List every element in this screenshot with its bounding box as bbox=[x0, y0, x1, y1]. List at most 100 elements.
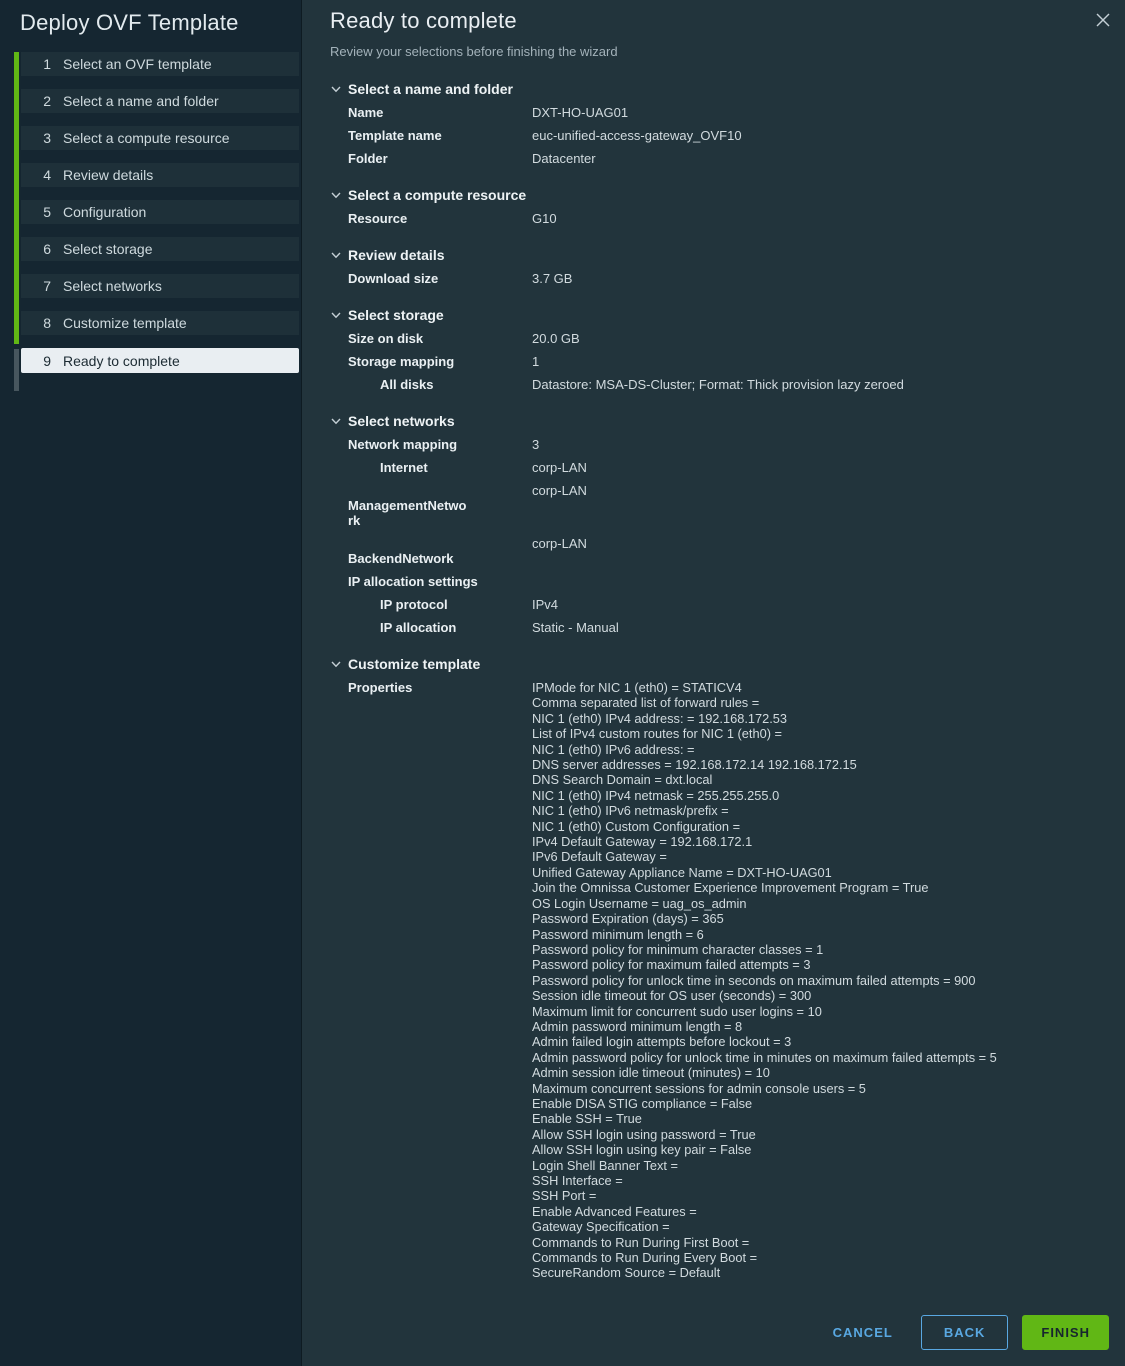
sidebar-step-2[interactable]: 2 Select a name and folder bbox=[21, 89, 299, 113]
review-row: IP allocation settings bbox=[348, 574, 1097, 589]
step-number: 9 bbox=[35, 353, 51, 369]
wizard-footer: CANCEL BACK FINISH bbox=[302, 1315, 1125, 1366]
wizard-main-panel: Ready to complete Review your selections… bbox=[302, 0, 1125, 1366]
row-value: 3 bbox=[532, 437, 1097, 452]
review-section-3: Review details Download size3.7 GB bbox=[330, 246, 1097, 286]
review-row: Template nameeuc-unified-access-gateway_… bbox=[348, 128, 1097, 143]
row-value: corp-LAN bbox=[532, 460, 1097, 475]
row-value: Datastore: MSA-DS-Cluster; Format: Thick… bbox=[532, 377, 1097, 392]
step-label: Select networks bbox=[63, 278, 162, 294]
review-row: Storage mapping1 bbox=[348, 354, 1097, 369]
step-number: 8 bbox=[35, 315, 51, 331]
sidebar-step-6[interactable]: 6 Select storage bbox=[21, 237, 299, 261]
sidebar-step-9[interactable]: 9 Ready to complete bbox=[21, 348, 299, 373]
sidebar-step-3[interactable]: 3 Select a compute resource bbox=[21, 126, 299, 150]
section-header[interactable]: Select a name and folder bbox=[330, 80, 1097, 98]
chevron-down-icon bbox=[330, 189, 342, 201]
step-label: Select a compute resource bbox=[63, 130, 230, 146]
step-number: 7 bbox=[35, 278, 51, 294]
review-row: BackendNetworkcorp-LAN bbox=[348, 536, 1097, 566]
row-label: Template name bbox=[348, 128, 532, 143]
row-label: IP allocation bbox=[348, 620, 532, 635]
step-label: Select a name and folder bbox=[63, 93, 219, 109]
row-value: 3.7 GB bbox=[532, 271, 1097, 286]
row-label: Storage mapping bbox=[348, 354, 532, 369]
chevron-down-icon bbox=[330, 415, 342, 427]
review-row: ResourceG10 bbox=[348, 211, 1097, 226]
cancel-button[interactable]: CANCEL bbox=[819, 1316, 907, 1349]
progress-bar-completed bbox=[14, 52, 19, 344]
review-row: FolderDatacenter bbox=[348, 151, 1097, 166]
step-label: Ready to complete bbox=[63, 353, 180, 369]
section-header[interactable]: Review details bbox=[330, 246, 1097, 264]
review-row: Network mapping3 bbox=[348, 437, 1097, 452]
row-value: Static - Manual bbox=[532, 620, 1097, 635]
section-header[interactable]: Select a compute resource bbox=[330, 186, 1097, 204]
row-label: Network mapping bbox=[348, 437, 532, 452]
close-icon[interactable] bbox=[1093, 10, 1113, 30]
row-label: ManagementNetwork bbox=[348, 483, 532, 528]
step-number: 5 bbox=[35, 204, 51, 220]
wizard-steps: 1Select an OVF template 2 Select a name an… bbox=[14, 52, 299, 373]
row-value: corp-LAN bbox=[532, 483, 1097, 498]
sidebar-step-1[interactable]: 1Select an OVF template bbox=[21, 52, 299, 76]
step-label: Select storage bbox=[63, 241, 153, 257]
wizard-sidebar: Deploy OVF Template 1Select an OVF templ… bbox=[0, 0, 302, 1366]
review-row: PropertiesIPMode for NIC 1 (eth0) = STAT… bbox=[348, 680, 1097, 1281]
step-number: 2 bbox=[35, 93, 51, 109]
window-title: Deploy OVF Template bbox=[0, 0, 301, 37]
review-row: IP allocationStatic - Manual bbox=[348, 620, 1097, 635]
step-number: 4 bbox=[35, 167, 51, 183]
back-button[interactable]: BACK bbox=[921, 1315, 1009, 1350]
row-label: BackendNetwork bbox=[348, 536, 532, 566]
review-row: NameDXT-HO-UAG01 bbox=[348, 105, 1097, 120]
review-section-1: Select a name and folder NameDXT-HO-UAG01… bbox=[330, 80, 1097, 166]
review-section-2: Select a compute resource ResourceG10 bbox=[330, 186, 1097, 226]
sidebar-step-8[interactable]: 8Customize template bbox=[21, 311, 299, 335]
sidebar-step-7[interactable]: 7 Select networks bbox=[21, 274, 299, 298]
row-label: All disks bbox=[348, 377, 532, 392]
row-label: Size on disk bbox=[348, 331, 532, 346]
review-content: Select a name and folder NameDXT-HO-UAG01… bbox=[302, 60, 1125, 1289]
row-value: DXT-HO-UAG01 bbox=[532, 105, 1097, 120]
review-row: All disksDatastore: MSA-DS-Cluster; Form… bbox=[348, 377, 1097, 392]
row-label: IP protocol bbox=[348, 597, 532, 612]
row-value: Datacenter bbox=[532, 151, 1097, 166]
row-value: G10 bbox=[532, 211, 1097, 226]
step-number: 6 bbox=[35, 241, 51, 257]
row-label: Internet bbox=[348, 460, 532, 475]
review-section-5: Select networksNetwork mapping3Internetc… bbox=[330, 412, 1097, 635]
section-title: Review details bbox=[348, 246, 445, 264]
row-value: IPMode for NIC 1 (eth0) = STATICV4 Comma… bbox=[532, 680, 1097, 1281]
sidebar-step-4[interactable]: 4 Review details bbox=[21, 163, 299, 187]
row-label: Download size bbox=[348, 271, 532, 286]
row-value: euc-unified-access-gateway_OVF10 bbox=[532, 128, 1097, 143]
section-title: Customize template bbox=[348, 655, 480, 673]
section-title: Select a name and folder bbox=[348, 80, 513, 98]
page-subtitle: Review your selections before finishing … bbox=[302, 35, 1125, 60]
review-section-4: Select storageSize on disk20.0 GBStorage… bbox=[330, 306, 1097, 392]
row-label: Properties bbox=[348, 680, 532, 695]
review-row: Download size3.7 GB bbox=[348, 271, 1097, 286]
section-header[interactable]: Customize template bbox=[330, 655, 1097, 673]
review-section-6: Customize template PropertiesIPMode for N… bbox=[330, 655, 1097, 1281]
step-number: 1 bbox=[35, 56, 51, 72]
sidebar-step-5[interactable]: 5Configuration bbox=[21, 200, 299, 224]
row-label: Resource bbox=[348, 211, 532, 226]
finish-button[interactable]: FINISH bbox=[1022, 1315, 1109, 1350]
page-title: Ready to complete bbox=[302, 0, 1125, 35]
row-value: 1 bbox=[532, 354, 1097, 369]
chevron-down-icon bbox=[330, 83, 342, 95]
review-row: Internetcorp-LAN bbox=[348, 460, 1097, 475]
section-title: Select a compute resource bbox=[348, 186, 526, 204]
section-title: Select networks bbox=[348, 412, 455, 430]
review-row: Size on disk20.0 GB bbox=[348, 331, 1097, 346]
step-label: Review details bbox=[63, 167, 153, 183]
step-number: 3 bbox=[35, 130, 51, 146]
section-header[interactable]: Select storage bbox=[330, 306, 1097, 324]
section-header[interactable]: Select networks bbox=[330, 412, 1097, 430]
section-title: Select storage bbox=[348, 306, 444, 324]
row-value: 20.0 GB bbox=[532, 331, 1097, 346]
row-label: Name bbox=[348, 105, 532, 120]
row-label: IP allocation settings bbox=[348, 574, 532, 589]
